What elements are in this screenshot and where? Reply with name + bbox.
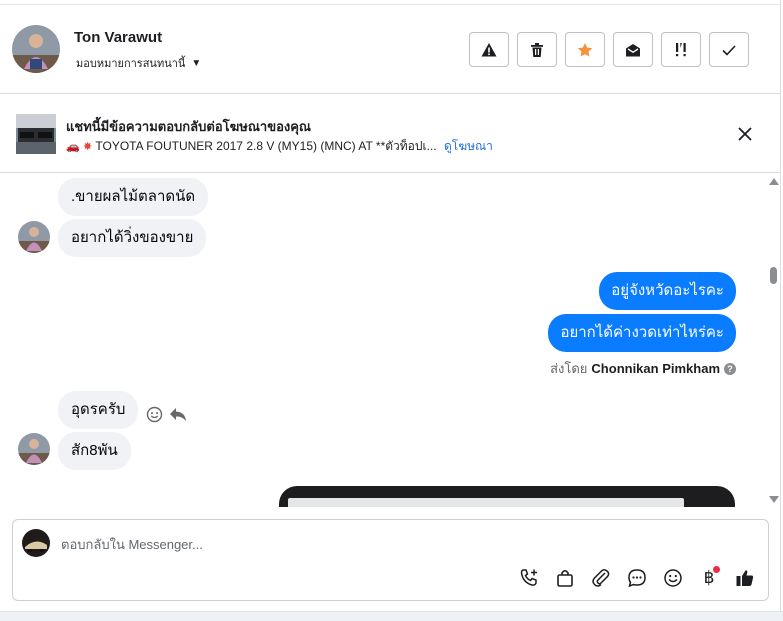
warning-icon bbox=[481, 42, 497, 56]
star-button[interactable] bbox=[565, 32, 605, 67]
react-emoji-icon[interactable] bbox=[146, 406, 163, 423]
notification-dot bbox=[713, 566, 720, 573]
shopping-bag-icon bbox=[557, 569, 573, 587]
view-ad-link[interactable]: ดูโฆษณา bbox=[444, 139, 493, 153]
payment-button[interactable]: ฿ bbox=[698, 566, 720, 589]
trash-icon bbox=[531, 42, 543, 57]
saved-replies-button[interactable] bbox=[626, 567, 648, 589]
emoji-button[interactable] bbox=[662, 567, 684, 589]
contact-avatar[interactable] bbox=[12, 25, 60, 73]
sent-by-prefix: ส่งโดย bbox=[550, 361, 588, 376]
incoming-message: อยากได้วิ่งของขาย bbox=[58, 219, 207, 257]
composer-toolbar: ฿ bbox=[518, 566, 756, 589]
reply-icon[interactable] bbox=[169, 406, 187, 423]
contact-avatar-small bbox=[18, 433, 50, 465]
report-spam-button[interactable] bbox=[469, 32, 509, 67]
conversation-actions bbox=[469, 32, 749, 67]
sparkle-icon: ✸ bbox=[83, 141, 93, 153]
call-button[interactable] bbox=[518, 567, 540, 589]
mark-done-button[interactable] bbox=[709, 32, 749, 67]
reply-input[interactable] bbox=[61, 534, 661, 554]
outgoing-message: อยู่จังหวัดอะไรคะ bbox=[599, 272, 736, 310]
scroll-down-arrow[interactable] bbox=[769, 496, 779, 503]
sent-by-label: ส่งโดย Chonnikan Pimkham ? bbox=[550, 358, 736, 379]
shop-button[interactable] bbox=[554, 567, 576, 589]
reply-composer: ฿ bbox=[12, 519, 769, 601]
priority-icon bbox=[676, 42, 686, 56]
envelope-open-icon bbox=[626, 43, 640, 56]
conversation-panel: Ton Varawut มอบหมายการสนทนานี้ ▼ แชทนี้ม… bbox=[0, 0, 781, 621]
image-preview bbox=[288, 498, 684, 507]
message-actions bbox=[146, 406, 187, 423]
car-icon: 🚗 bbox=[66, 141, 80, 153]
ad-banner-title: แชทนี้มีข้อความตอบกลับต่อโฆษณาของคุณ bbox=[66, 119, 311, 134]
smiley-icon bbox=[664, 569, 682, 587]
scroll-thumb[interactable] bbox=[770, 267, 777, 284]
conversation-header: Ton Varawut มอบหมายการสนทนานี้ ▼ bbox=[0, 5, 781, 94]
caret-down-icon: ▼ bbox=[191, 57, 202, 69]
outgoing-image-message[interactable] bbox=[279, 486, 735, 507]
thumbs-up-icon bbox=[736, 570, 754, 586]
ad-description-line: 🚗 ✸ TOYOTA FOUTUNER 2017 2.8 V (MY15) (M… bbox=[66, 137, 493, 156]
incoming-message: สัก8พัน bbox=[58, 432, 131, 470]
delete-button[interactable] bbox=[517, 32, 557, 67]
ad-description: TOYOTA FOUTUNER 2017 2.8 V (MY15) (MNC) … bbox=[95, 139, 437, 153]
contact-avatar-small bbox=[18, 221, 50, 253]
help-icon[interactable]: ? bbox=[724, 362, 736, 375]
follow-up-button[interactable] bbox=[661, 32, 701, 67]
sender-name: Chonnikan Pimkham bbox=[591, 361, 720, 376]
contact-name[interactable]: Ton Varawut bbox=[74, 29, 162, 46]
bottom-strip bbox=[0, 611, 783, 621]
message-thread[interactable]: .ขายผลไม้ตลาดนัด อยากได้วิ่งของขาย อยู่จ… bbox=[0, 174, 766, 507]
chat-bubble-icon bbox=[628, 569, 646, 588]
checkmark-icon bbox=[722, 44, 736, 56]
ad-thumbnail[interactable] bbox=[16, 114, 56, 154]
page-avatar bbox=[22, 529, 50, 557]
mark-unread-button[interactable] bbox=[613, 32, 653, 67]
ad-reply-banner: แชทนี้มีข้อความตอบกลับต่อโฆษณาของคุณ 🚗 ✸… bbox=[0, 95, 781, 173]
paperclip-icon bbox=[592, 569, 610, 587]
like-button[interactable] bbox=[734, 567, 756, 589]
close-icon[interactable] bbox=[736, 125, 754, 143]
thread-scrollbar[interactable] bbox=[766, 174, 781, 507]
outgoing-message: อยากได้ค่างวดเท่าไหร่คะ bbox=[548, 314, 736, 352]
assign-label: มอบหมายการสนทนานี้ bbox=[76, 58, 186, 70]
attach-button[interactable] bbox=[590, 567, 612, 589]
phone-plus-icon bbox=[520, 569, 537, 586]
incoming-message: อุดรครับ bbox=[58, 391, 139, 429]
incoming-message: .ขายผลไม้ตลาดนัด bbox=[58, 178, 209, 216]
assign-conversation-dropdown[interactable]: มอบหมายการสนทนานี้ ▼ bbox=[76, 54, 201, 72]
star-icon bbox=[577, 42, 593, 57]
scroll-up-arrow[interactable] bbox=[769, 178, 779, 185]
